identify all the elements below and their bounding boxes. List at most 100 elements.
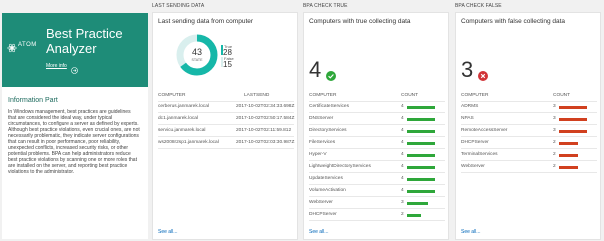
info-heading: Information Part [8,97,58,104]
table-row[interactable]: DHCPServer 2 [309,210,445,221]
lastsend-value: 2017-10-02T02:03:30.987Z [236,140,295,145]
count-bar [407,177,435,181]
computer-name: LightweightDirectoryServices [309,164,371,169]
bpa-true-see-all-link[interactable]: See all... [309,229,328,235]
bpa-false-big-number: 3 [461,57,474,82]
computer-name: RemoteAccessServer [461,128,508,133]
table-row[interactable]: DirectoryServices 4 [309,126,445,137]
brand-label: ATOM [18,42,37,48]
bpa-false-section-title: BPA CHECK FALSE [455,3,502,9]
lastsend-value: 2017-10-02T02:34:33.698Z [236,104,295,109]
count-value: 4 [401,152,404,157]
bpa-true-section-title: BPA CHECK TRUE [303,3,348,9]
count-value: 4 [401,140,404,145]
bpa-false-card: Computers with false collecting data 3 C… [455,12,601,240]
error-circle-icon [478,68,488,81]
count-value: 4 [401,164,404,169]
count-bar [407,141,435,145]
computer-name: dc1.janmarek.local [158,116,198,121]
table-row[interactable]: WebServer 3 [309,198,445,209]
count-bar [407,105,435,109]
info-text: In Windows management, best practices ar… [8,109,140,175]
bpa-false-card-title: Computers with false collecting data [461,18,566,25]
count-bar [559,153,578,157]
bpa-true-card-title: Computers with true collecting data [309,18,411,25]
table-row[interactable]: NPAS 3 [461,114,597,125]
table-row[interactable]: VolumeActivation 4 [309,186,445,197]
computer-name: VolumeActivation [309,188,346,193]
col-computer: COMPUTER [158,93,186,98]
count-value: 4 [401,188,404,193]
count-value: 2 [553,140,556,145]
count-bar [559,141,578,145]
count-bar [407,201,428,205]
last-sending-see-all-link[interactable]: See all... [158,229,177,235]
computer-name: NPAS [461,116,474,121]
table-row[interactable]: servicu.janmarek.local 2017-10-02T02:11:… [158,126,294,137]
count-value: 3 [553,116,556,121]
table-row[interactable]: cerberus.janmarek.local 2017-10-02T02:34… [158,102,294,113]
atom-logo-icon [7,40,17,53]
count-value: 4 [401,104,404,109]
table-row[interactable]: ADRMS 3 [461,102,597,113]
bpa-true-big-number: 4 [309,57,322,82]
count-bar [407,165,435,169]
computer-name: DHCPServer [309,212,337,217]
count-bar [407,189,435,193]
computer-name: DNSServer [309,116,334,121]
last-sending-card: Last sending data from computer 43 STATE… [152,12,298,240]
more-info-link[interactable]: More info [46,63,67,69]
bpa-false-table: COMPUTER COUNT ADRMS 3 NPAS 3 RemoteAccessSe… [461,91,597,173]
info-panel: Information Part In Windows management, … [2,87,148,239]
table-row[interactable]: WebServer 2 [461,162,597,173]
table-row[interactable]: LightweightDirectoryServices 4 [309,162,445,173]
count-bar [407,117,435,121]
table-header: COMPUTER COUNT [461,91,597,102]
count-value: 2 [401,212,404,217]
computer-name: cerberus.janmarek.local [158,104,209,109]
col-lastsend: LASTSEND [244,93,270,98]
count-bar [407,153,435,157]
bpa-false-see-all-link[interactable]: See all... [461,229,480,235]
lastsend-value: 2017-10-02T02:50:17.584Z [236,116,295,121]
last-sending-card-title: Last sending data from computer [158,18,254,25]
computer-name: WebServer [461,164,485,169]
computer-name: ADRMS [461,104,479,109]
table-row[interactable]: UpdateServices 4 [309,174,445,185]
table-row[interactable]: CertificateServices 4 [309,102,445,113]
computer-name: DHCPServer [461,140,489,145]
lastsend-value: 2017-10-02T02:11:59.812 [236,128,292,133]
count-bar [559,105,587,109]
computer-name: UpdateServices [309,176,343,181]
count-bar [559,165,578,169]
table-header: COMPUTER COUNT [309,91,445,102]
computer-name: servicu.janmarek.local [158,128,206,133]
col-count: COUNT [553,93,571,98]
table-row[interactable]: DNSServer 4 [309,114,445,125]
bpa-true-card: Computers with true collecting data 4 CO… [303,12,449,240]
tile-title-line2: Analyzer [46,41,97,56]
table-row[interactable]: DHCPServer 2 [461,138,597,149]
computer-name: FileServices [309,140,336,145]
count-value: 2 [553,152,556,157]
computer-name: CertificateServices [309,104,349,109]
count-value: 4 [401,128,404,133]
arrow-right-circle-icon[interactable] [71,61,78,74]
computer-name: DirectoryServices [309,128,347,133]
table-row[interactable]: Hyper-V 4 [309,150,445,161]
table-row[interactable]: ws2008r2sp1.janmarek.local 2017-10-02T02… [158,138,294,149]
count-value: 3 [553,128,556,133]
tile-title-line1: Best Practice [46,26,123,41]
bpa-tile[interactable]: ATOM Best Practice Analyzer More info [2,13,148,87]
table-row[interactable]: dc1.janmarek.local 2017-10-02T02:50:17.5… [158,114,294,125]
computer-name: Hyper-V [309,152,327,157]
col-computer: COMPUTER [461,93,489,98]
check-circle-icon [326,68,336,81]
last-sending-section-title: LAST SENDING DATA [152,3,205,9]
table-row[interactable]: FileServices 4 [309,138,445,149]
legend-false-value: 15 [223,60,232,69]
table-row[interactable]: TerminalServices 2 [461,150,597,161]
computer-name: ws2008r2sp1.janmarek.local [158,140,219,145]
table-row[interactable]: RemoteAccessServer 3 [461,126,597,137]
col-count: COUNT [401,93,419,98]
